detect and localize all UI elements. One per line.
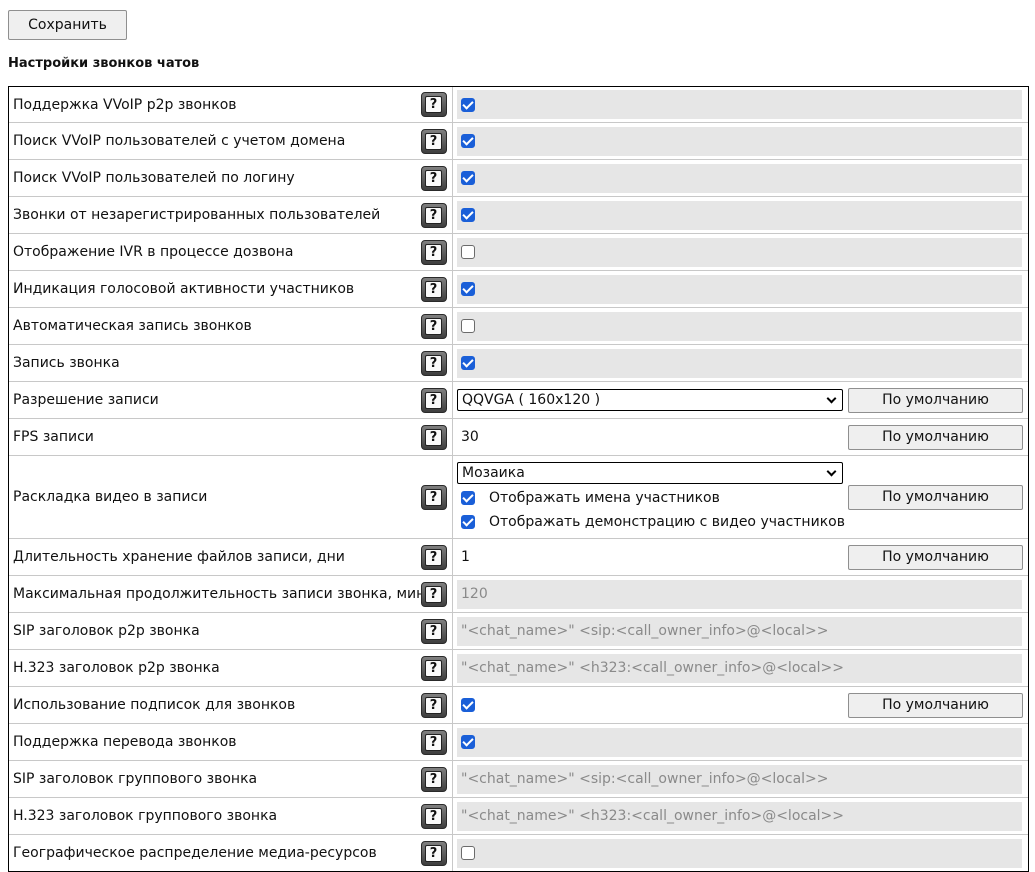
auto-record-checkbox[interactable] bbox=[461, 319, 475, 333]
voice-activity-checkbox[interactable] bbox=[461, 282, 475, 296]
setting-label: FPS записи bbox=[13, 429, 94, 445]
save-button[interactable]: Сохранить bbox=[8, 10, 127, 40]
help-icon[interactable]: ? bbox=[420, 618, 447, 644]
max-duration-field: 120 bbox=[461, 586, 488, 602]
setting-row: Длительность хранение файлов записи, дни… bbox=[9, 538, 1028, 575]
setting-label: Запись звонка bbox=[13, 355, 120, 371]
help-icon[interactable]: ? bbox=[420, 581, 447, 607]
setting-row: Географическое распределение медиа-ресур… bbox=[9, 834, 1028, 871]
call-record-checkbox[interactable] bbox=[461, 356, 475, 370]
default-button[interactable]: По умолчанию bbox=[848, 544, 1023, 570]
help-icon[interactable]: ? bbox=[420, 766, 447, 792]
setting-label: Автоматическая запись звонков bbox=[13, 318, 252, 334]
setting-label: Географическое распределение медиа-ресур… bbox=[13, 845, 377, 861]
chevron-down-icon bbox=[826, 393, 837, 403]
section-title: Настройки звонков чатов bbox=[8, 56, 200, 71]
setting-row: Раскладка видео в записи ? Мозаика Отобр… bbox=[9, 455, 1028, 538]
help-icon[interactable]: ? bbox=[420, 128, 447, 154]
help-icon[interactable]: ? bbox=[420, 692, 447, 718]
video-layout-select[interactable]: Мозаика bbox=[457, 462, 843, 484]
help-icon[interactable]: ? bbox=[420, 276, 447, 302]
setting-row: Разрешение записи ? QQVGA ( 160x120 ) По… bbox=[9, 381, 1028, 418]
help-icon[interactable]: ? bbox=[420, 165, 447, 191]
setting-label: SIP заголовок группового звонка bbox=[13, 771, 258, 787]
settings-table: Поддержка VVoIP p2p звонков ? Поиск VVoI… bbox=[8, 86, 1029, 872]
show-names-option[interactable]: Отображать имена участников bbox=[457, 488, 845, 508]
setting-label: Звонки от незарегистрированных пользоват… bbox=[13, 207, 381, 223]
help-icon[interactable]: ? bbox=[420, 729, 447, 755]
retention-days-input[interactable]: 1 bbox=[457, 549, 470, 565]
fps-input[interactable]: 30 bbox=[457, 429, 479, 445]
setting-row: FPS записи ? 30 По умолчанию bbox=[9, 418, 1028, 455]
help-icon[interactable]: ? bbox=[420, 840, 447, 866]
setting-label: SIP заголовок p2p звонка bbox=[13, 623, 200, 639]
setting-label: Разрешение записи bbox=[13, 392, 159, 408]
login-search-checkbox[interactable] bbox=[461, 171, 475, 185]
subscriptions-checkbox[interactable] bbox=[461, 698, 475, 712]
unregistered-calls-checkbox[interactable] bbox=[461, 208, 475, 222]
h323-p2p-header-field: "<chat_name>" <h323:<call_owner_info>@<l… bbox=[461, 660, 845, 676]
help-icon[interactable]: ? bbox=[420, 655, 447, 681]
help-icon[interactable]: ? bbox=[420, 387, 447, 413]
domain-search-checkbox[interactable] bbox=[461, 134, 475, 148]
setting-row: Поддержка перевода звонков ? bbox=[9, 723, 1028, 760]
help-icon[interactable]: ? bbox=[420, 313, 447, 339]
sip-group-header-field: "<chat_name>" <sip:<call_owner_info>@<lo… bbox=[461, 771, 829, 787]
default-button[interactable]: По умолчанию bbox=[848, 692, 1023, 718]
help-icon[interactable]: ? bbox=[420, 484, 447, 510]
setting-row: H.323 заголовок группового звонка ? "<ch… bbox=[9, 797, 1028, 834]
setting-label: Поиск VVoIP пользователей с учетом домен… bbox=[13, 133, 346, 149]
setting-label: H.323 заголовок p2p звонка bbox=[13, 660, 220, 676]
setting-row: Поддержка VVoIP p2p звонков ? bbox=[9, 87, 1028, 122]
setting-row: Максимальная продолжительность записи зв… bbox=[9, 575, 1028, 612]
show-names-checkbox[interactable] bbox=[461, 491, 475, 505]
help-icon[interactable]: ? bbox=[420, 239, 447, 265]
setting-row: Автоматическая запись звонков ? bbox=[9, 307, 1028, 344]
setting-row: Звонки от незарегистрированных пользоват… bbox=[9, 196, 1028, 233]
setting-row: SIP заголовок p2p звонка ? "<chat_name>"… bbox=[9, 612, 1028, 649]
setting-label: Поиск VVoIP пользователей по логину bbox=[13, 170, 295, 186]
show-screenshare-option[interactable]: Отображать демонстрацию с видео участник… bbox=[457, 512, 845, 532]
h323-group-header-field: "<chat_name>" <h323:<call_owner_info>@<l… bbox=[461, 808, 845, 824]
setting-row: Использование подписок для звонков ? По … bbox=[9, 686, 1028, 723]
default-button[interactable]: По умолчанию bbox=[848, 424, 1023, 450]
setting-label: Индикация голосовой активности участнико… bbox=[13, 281, 355, 297]
setting-row: SIP заголовок группового звонка ? "<chat… bbox=[9, 760, 1028, 797]
setting-label: Длительность хранение файлов записи, дни bbox=[13, 549, 345, 565]
geo-distribution-checkbox[interactable] bbox=[461, 846, 475, 860]
show-screenshare-checkbox[interactable] bbox=[461, 515, 475, 529]
setting-label: Раскладка видео в записи bbox=[13, 489, 208, 505]
setting-row: H.323 заголовок p2p звонка ? "<chat_name… bbox=[9, 649, 1028, 686]
setting-label: Использование подписок для звонков bbox=[13, 697, 296, 713]
help-icon[interactable]: ? bbox=[420, 202, 447, 228]
ivr-display-checkbox[interactable] bbox=[461, 245, 475, 259]
record-resolution-select[interactable]: QQVGA ( 160x120 ) bbox=[457, 389, 843, 411]
setting-row: Поиск VVoIP пользователей с учетом домен… bbox=[9, 122, 1028, 159]
call-transfer-checkbox[interactable] bbox=[461, 735, 475, 749]
setting-row: Отображение IVR в процессе дозвона ? bbox=[9, 233, 1028, 270]
default-button[interactable]: По умолчанию bbox=[848, 484, 1023, 510]
p2p-support-checkbox[interactable] bbox=[461, 97, 475, 112]
default-button[interactable]: По умолчанию bbox=[848, 387, 1023, 413]
setting-label: Поддержка перевода звонков bbox=[13, 734, 237, 750]
help-icon[interactable]: ? bbox=[420, 544, 447, 570]
setting-label: Максимальная продолжительность записи зв… bbox=[13, 586, 426, 602]
help-icon[interactable]: ? bbox=[420, 424, 447, 450]
setting-label: H.323 заголовок группового звонка bbox=[13, 808, 278, 824]
setting-row: Запись звонка ? bbox=[9, 344, 1028, 381]
sip-p2p-header-field: "<chat_name>" <sip:<call_owner_info>@<lo… bbox=[461, 623, 829, 639]
setting-label: Отображение IVR в процессе дозвона bbox=[13, 244, 294, 260]
setting-row: Индикация голосовой активности участнико… bbox=[9, 270, 1028, 307]
setting-label: Поддержка VVoIP p2p звонков bbox=[13, 96, 237, 113]
help-icon[interactable]: ? bbox=[420, 92, 447, 117]
setting-row: Поиск VVoIP пользователей по логину ? bbox=[9, 159, 1028, 196]
help-icon[interactable]: ? bbox=[420, 803, 447, 829]
chevron-down-icon bbox=[826, 466, 837, 476]
help-icon[interactable]: ? bbox=[420, 350, 447, 376]
